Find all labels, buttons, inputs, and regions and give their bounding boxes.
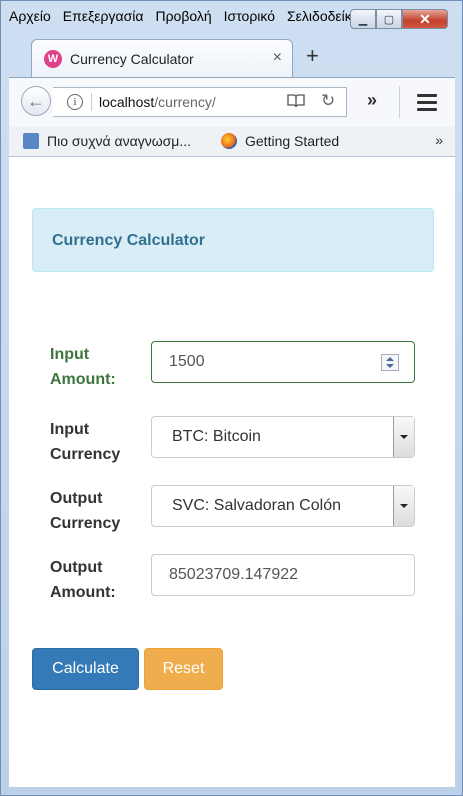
- close-window-button[interactable]: ✕: [402, 9, 448, 29]
- window-controls: ▁ ▢ ✕: [350, 9, 448, 29]
- label-line: Currency: [50, 446, 121, 463]
- url-host: localhost: [99, 94, 155, 110]
- maximize-button[interactable]: ▢: [376, 9, 402, 29]
- close-tab-icon[interactable]: ×: [273, 49, 282, 67]
- toolbar-separator: [399, 86, 400, 118]
- label-line: Amount:: [50, 371, 116, 388]
- bookmark-most-visited[interactable]: Πιο συχνά αναγνωσμ...: [23, 133, 191, 149]
- output-amount-field[interactable]: 85023709.147922: [151, 554, 415, 596]
- output-amount-value: 85023709.147922: [169, 566, 299, 583]
- input-amount-value: 1500: [169, 353, 205, 370]
- number-spinner[interactable]: [381, 354, 399, 371]
- site-info-icon[interactable]: i: [67, 94, 83, 110]
- output-currency-selected: SVC: Salvadoran Colón: [172, 497, 341, 514]
- menu-history[interactable]: Ιστορικό: [224, 5, 275, 27]
- bookmark-label: Πιο συχνά αναγνωσμ...: [47, 133, 192, 149]
- minimize-button[interactable]: ▁: [350, 9, 376, 29]
- reset-button[interactable]: Reset: [144, 648, 223, 690]
- firefox-icon: [221, 133, 237, 149]
- new-tab-button[interactable]: +: [306, 45, 319, 67]
- url-separator: [91, 93, 92, 111]
- panel-heading: Currency Calculator: [32, 208, 434, 272]
- chevron-down-icon[interactable]: [393, 486, 414, 526]
- input-currency-selected: BTC: Bitcoin: [172, 428, 261, 445]
- tab-title: Currency Calculator: [70, 51, 194, 67]
- chevron-down-icon[interactable]: [393, 417, 414, 457]
- label-line: Currency: [50, 515, 121, 532]
- bookmarks-toolbar: Πιο συχνά αναγνωσμ... Getting Started »: [9, 127, 455, 157]
- output-amount-label: Output Amount:: [50, 555, 116, 605]
- label-line: Input: [50, 421, 90, 438]
- calculate-button[interactable]: Calculate: [32, 648, 139, 690]
- spinner-down-icon[interactable]: [386, 364, 394, 368]
- navigation-toolbar: ← i localhost/currency/ ↻ »: [9, 77, 455, 127]
- url-path: /currency/: [154, 94, 216, 110]
- input-currency-select[interactable]: BTC: Bitcoin: [151, 416, 415, 458]
- most-visited-icon: [23, 133, 39, 149]
- reader-view-icon[interactable]: [287, 93, 305, 113]
- input-amount-label: Input Amount:: [50, 342, 116, 392]
- back-button[interactable]: ←: [21, 86, 51, 116]
- wamp-icon: W: [44, 50, 62, 68]
- bookmark-label: Getting Started: [245, 133, 340, 149]
- input-amount-field[interactable]: 1500: [151, 341, 415, 383]
- address-bar[interactable]: i localhost/currency/ ↻: [53, 87, 347, 117]
- page-content: Currency Calculator Input Amount: 1500 I…: [9, 157, 455, 787]
- bookmarks-overflow-icon[interactable]: »: [435, 132, 443, 148]
- output-currency-select[interactable]: SVC: Salvadoran Colón: [151, 485, 415, 527]
- reload-icon[interactable]: ↻: [321, 91, 335, 111]
- output-currency-label: Output Currency: [50, 486, 120, 536]
- label-line: Output: [50, 559, 103, 576]
- label-line: Input: [50, 346, 90, 363]
- menu-file[interactable]: Αρχείο: [9, 5, 51, 27]
- bookmark-getting-started[interactable]: Getting Started: [221, 133, 339, 149]
- url-text[interactable]: localhost/currency/: [99, 94, 216, 110]
- browser-window: Αρχείο Επεξεργασία Προβολή Ιστορικό Σελι…: [0, 0, 463, 796]
- label-line: Output: [50, 490, 103, 507]
- spinner-up-icon[interactable]: [386, 357, 394, 361]
- toolbar-overflow-icon[interactable]: »: [367, 90, 377, 111]
- menu-view[interactable]: Προβολή: [155, 5, 211, 27]
- input-currency-label: Input Currency: [50, 417, 120, 467]
- menu-edit[interactable]: Επεξεργασία: [63, 5, 144, 27]
- tab-currency-calculator[interactable]: W Currency Calculator ×: [31, 39, 293, 77]
- menu-hamburger-icon[interactable]: [417, 94, 437, 115]
- page-title: Currency Calculator: [52, 232, 205, 249]
- label-line: Amount:: [50, 584, 116, 601]
